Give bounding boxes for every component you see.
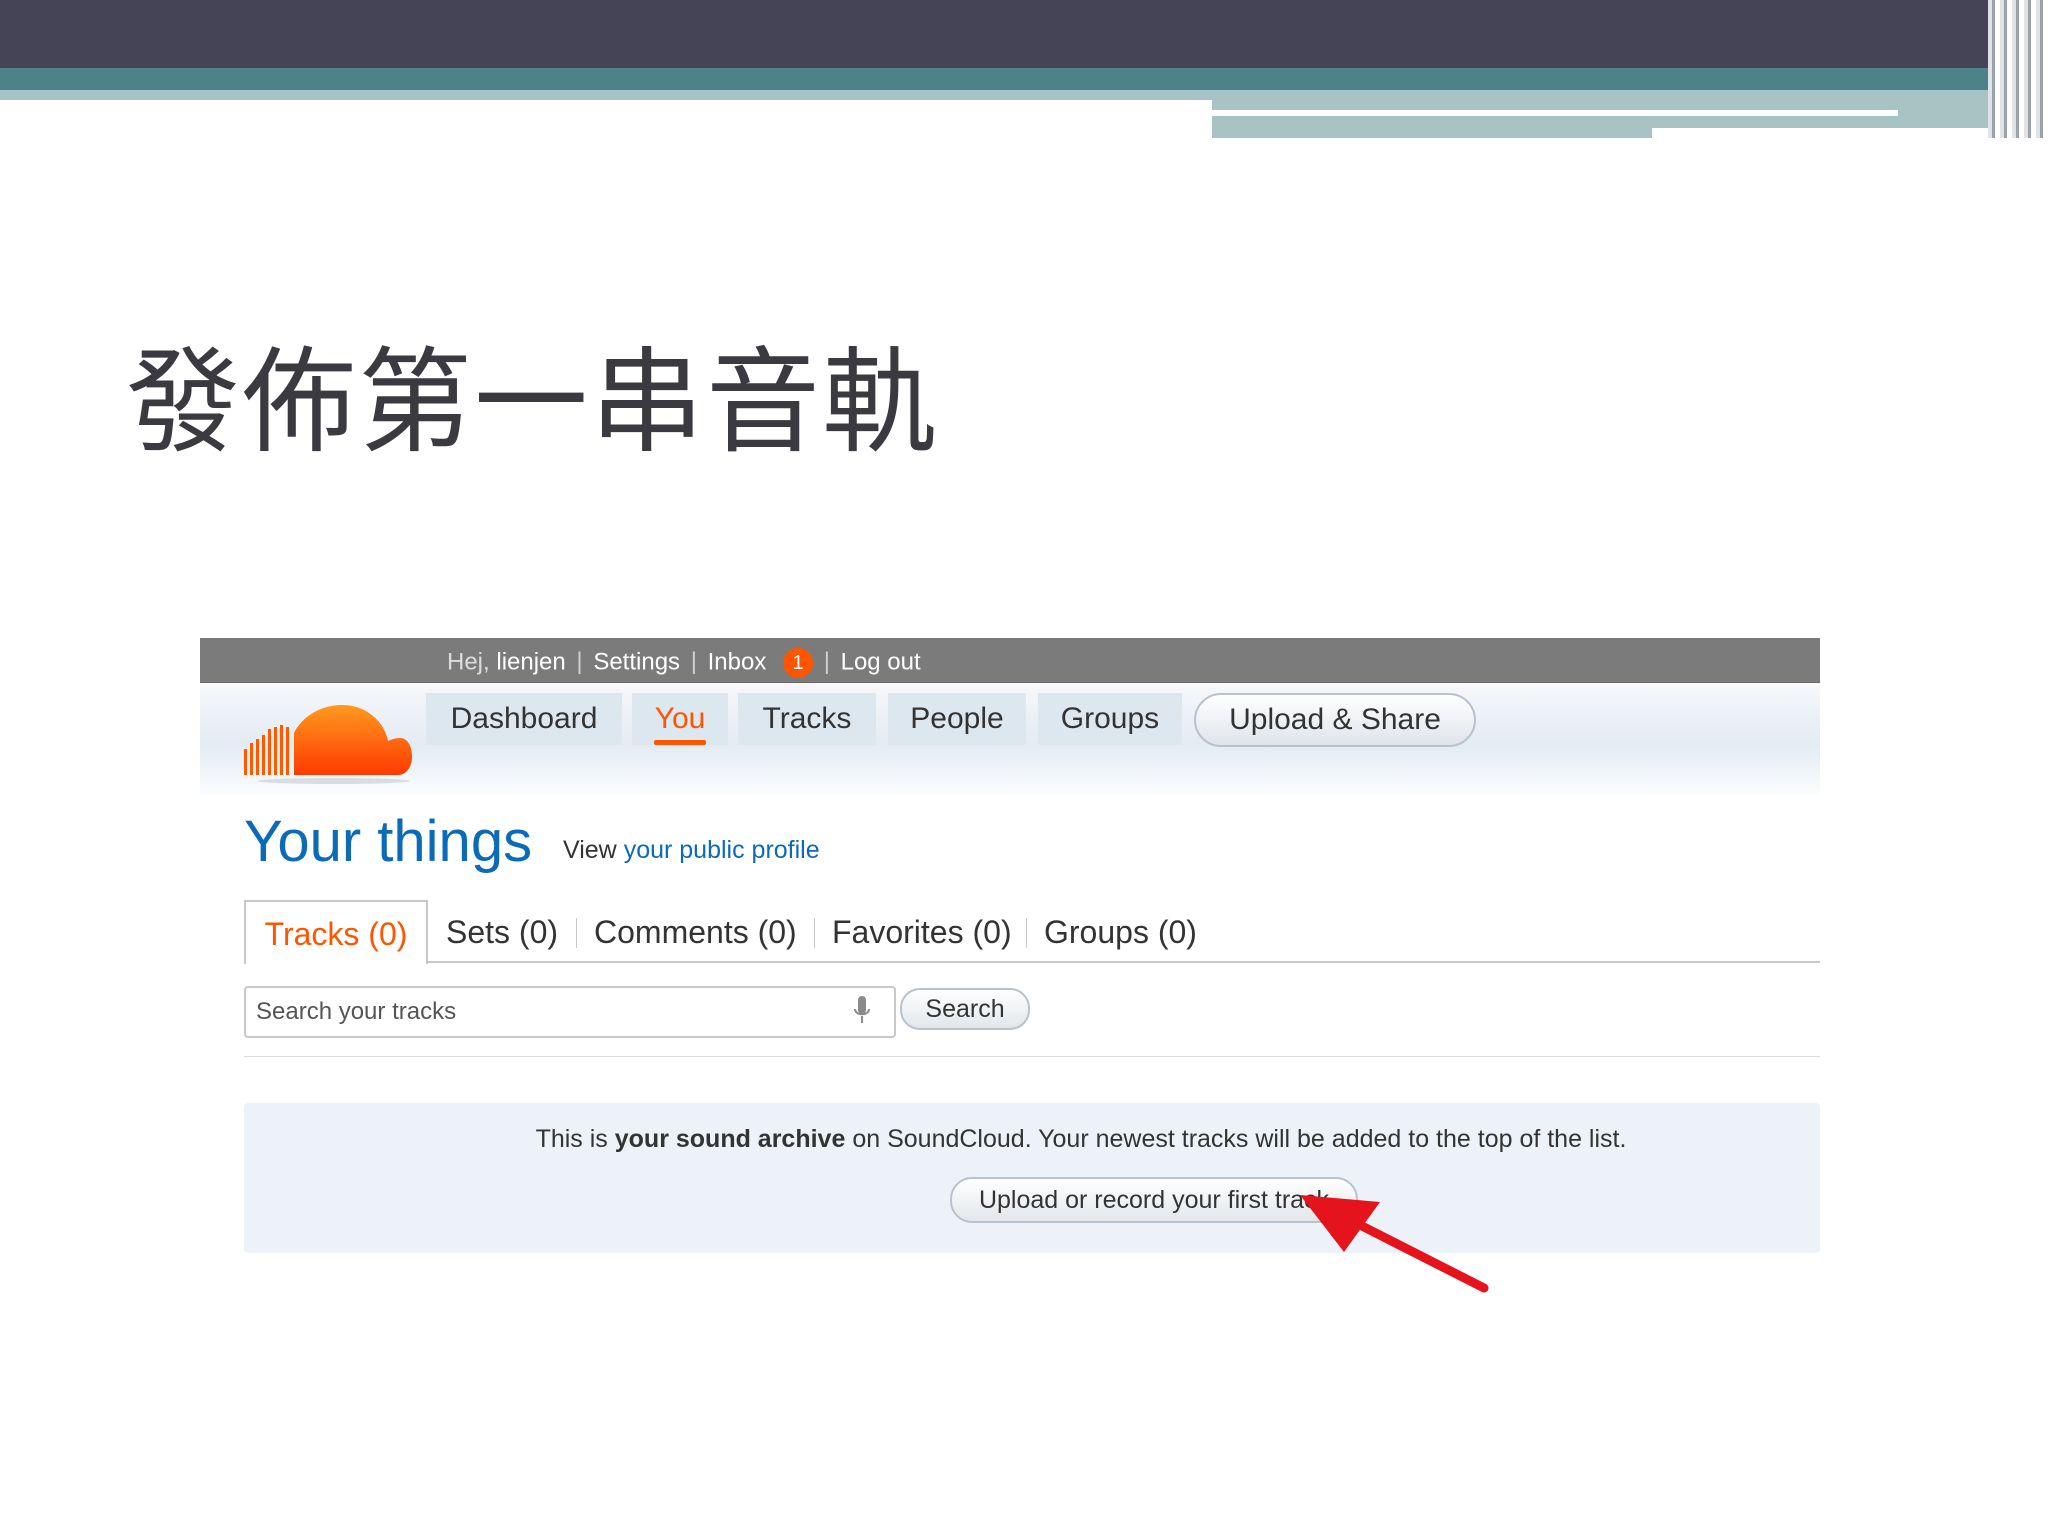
tab-comments[interactable]: Comments (0) [594,900,797,962]
archive-message: This is your sound archive on SoundCloud… [244,1125,1820,1154]
tab-separator [576,918,577,948]
soundcloud-screenshot: Hej, lienjen | Settings | Inbox 1 | Log … [200,638,1820,1258]
logout-link[interactable]: Log out [841,648,921,675]
nav-you[interactable]: You [632,693,728,745]
page-heading: Your things [244,809,533,874]
slide-header-line [1652,128,2002,138]
nav-groups[interactable]: Groups [1038,693,1182,745]
search-button[interactable]: Search [900,988,1030,1030]
red-arrow-icon [1300,1195,1489,1293]
view-prefix: View [563,836,617,864]
upload-first-track-button[interactable]: Upload or record your first track [950,1177,1358,1223]
soundcloud-logo[interactable] [242,697,412,785]
slide-title: 發佈第一串音軌 [126,336,939,469]
archive-text-end: on SoundCloud. Your newest tracks will b… [852,1125,1627,1153]
archive-text-bold: your sound archive [614,1125,846,1153]
divider [244,1056,1820,1057]
archive-text-start: This is [535,1125,608,1153]
separator: | [576,648,583,676]
greeting: Hej, [447,648,490,676]
public-profile-link[interactable]: your public profile [624,836,820,864]
slide-header-stripes [1988,0,2048,138]
separator: | [690,648,697,676]
tab-groups[interactable]: Groups (0) [1044,900,1197,962]
search-tracks-input[interactable] [244,986,896,1038]
username-link[interactable]: lienjen [496,648,565,675]
tab-separator [814,918,815,948]
main-navbar: Dashboard You Tracks People Groups Uploa… [200,683,1820,795]
nav-dashboard[interactable]: Dashboard [426,693,622,745]
tab-tracks[interactable]: Tracks (0) [244,900,428,964]
view-public-profile: View your public profile [563,836,820,865]
account-links: Hej, lienjen | Settings | Inbox 1 | Log … [447,648,921,678]
upload-share-button[interactable]: Upload & Share [1194,693,1476,747]
microphone-icon[interactable] [852,995,872,1027]
tab-sets[interactable]: Sets (0) [446,900,558,962]
slide-header-bar [0,0,2048,68]
slide-header-line [1212,110,1898,116]
sound-archive-panel: This is your sound archive on SoundCloud… [244,1103,1820,1253]
tab-separator [1026,918,1027,948]
inbox-link[interactable]: Inbox [708,648,767,675]
nav-people[interactable]: People [888,693,1026,745]
tab-favorites[interactable]: Favorites (0) [832,900,1012,962]
settings-link[interactable]: Settings [593,648,680,675]
slide-header-teal-band [0,68,2048,90]
account-bar: Hej, lienjen | Settings | Inbox 1 | Log … [200,638,1820,683]
slide-header-light-band [0,90,1212,100]
separator: | [823,648,830,676]
nav-tracks[interactable]: Tracks [738,693,876,745]
inbox-count-badge[interactable]: 1 [783,648,814,678]
